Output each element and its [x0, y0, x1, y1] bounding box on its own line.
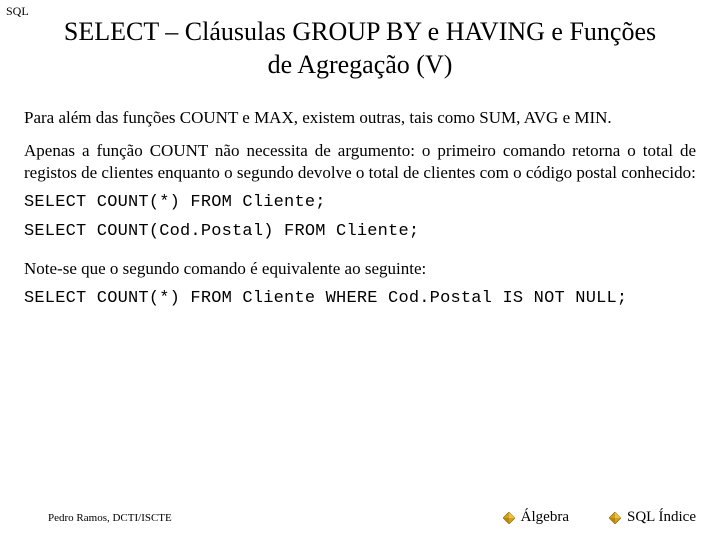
- corner-label: SQL: [6, 4, 29, 19]
- code-sample-3: SELECT COUNT(*) FROM Cliente WHERE Cod.P…: [0, 279, 720, 308]
- code-sample-2: SELECT COUNT(Cod.Postal) FROM Cliente;: [0, 212, 720, 241]
- diamond-icon: [503, 512, 515, 524]
- diamond-icon: [609, 512, 621, 524]
- footer-author: Pedro Ramos, DCTI/ISCTE: [48, 512, 463, 524]
- link-label: Álgebra: [521, 509, 569, 526]
- footer: Pedro Ramos, DCTI/ISCTE Álgebra SQL Índi…: [0, 509, 720, 526]
- page-title: SELECT – Cláusulas GROUP BY e HAVING e F…: [0, 0, 720, 91]
- code-sample-1: SELECT COUNT(*) FROM Cliente;: [0, 183, 720, 212]
- link-label: SQL Índice: [627, 509, 696, 526]
- paragraph-explanation: Apenas a função COUNT não necessita de a…: [0, 128, 720, 183]
- paragraph-intro: Para além das funções COUNT e MAX, exist…: [0, 91, 720, 128]
- link-sql-indice[interactable]: SQL Índice: [609, 509, 696, 526]
- paragraph-note: Note-se que o segundo comando é equivale…: [0, 241, 720, 279]
- link-algebra[interactable]: Álgebra: [503, 509, 569, 526]
